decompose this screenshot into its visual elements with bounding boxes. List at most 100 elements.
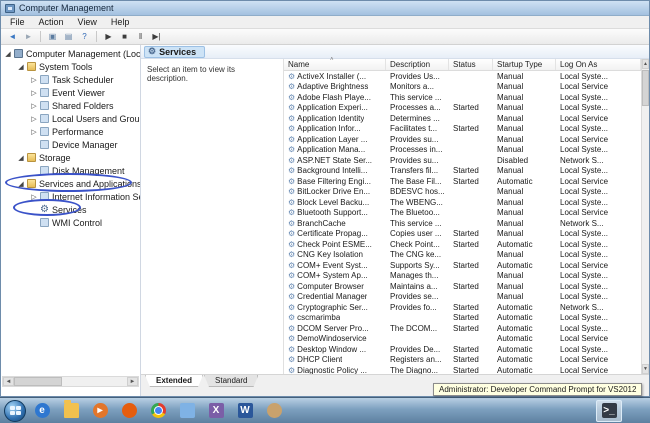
collapsed-arrow-icon[interactable]: ▷ — [29, 193, 39, 201]
table-row[interactable]: ⚙ Application Infor... Facilitates t... Sta… — [284, 124, 641, 135]
titlebar[interactable]: Computer Management — [1, 1, 649, 16]
table-row[interactable]: ⚙ Adobe Flash Playe... This service ... Man… — [284, 92, 641, 103]
paint-icon[interactable] — [261, 400, 287, 422]
table-row[interactable]: ⚙ Diagnostic Policy ... The Diagno... Start… — [284, 365, 641, 374]
expanded-arrow-icon[interactable]: ◢ — [16, 154, 26, 162]
tree-item-system-tools[interactable]: ◢ System Tools — [1, 60, 140, 73]
expanded-arrow-icon[interactable]: ◢ — [16, 63, 26, 71]
table-row[interactable]: ⚙ Base Filtering Engi... The Base Fil... St… — [284, 176, 641, 187]
tree-item-event-viewer[interactable]: ▷ Event Viewer — [1, 86, 140, 99]
table-row[interactable]: ⚙ Background Intelli... Transfers fil... St… — [284, 166, 641, 177]
table-row[interactable]: ⚙ Adaptive Brightness Monitors a... Manual L… — [284, 82, 641, 93]
vs-command-prompt-icon[interactable]: >_ — [596, 399, 622, 422]
table-row[interactable]: ⚙ Certificate Propag... Copies user ... Sta… — [284, 229, 641, 240]
collapsed-arrow-icon[interactable]: ▷ — [29, 115, 39, 123]
start-service-button[interactable]: ▶ — [101, 30, 116, 43]
table-row[interactable]: ⚙ Application Layer ... Provides su... Manu… — [284, 134, 641, 145]
table-row[interactable]: ⚙ Credential Manager Provides se... Manual L… — [284, 292, 641, 303]
app-x-icon[interactable]: X — [203, 400, 229, 422]
scrollbar-track[interactable] — [14, 377, 127, 386]
scrollbar-thumb[interactable] — [14, 377, 62, 386]
collapsed-arrow-icon[interactable]: ▷ — [29, 76, 39, 84]
table-row[interactable]: ⚙ cscmarimba Started Automatic Local Syste..… — [284, 313, 641, 324]
export-list-button[interactable]: ▤ — [61, 30, 76, 43]
tab-standard[interactable]: Standard — [204, 375, 258, 387]
scroll-down-button[interactable]: ▼ — [642, 364, 649, 374]
service-startup-type: Automatic — [497, 239, 533, 249]
chrome-icon[interactable] — [145, 400, 171, 422]
scrollbar-thumb[interactable] — [642, 70, 649, 106]
tree-item-services-and-applications[interactable]: ◢ Services and Applications — [1, 177, 140, 190]
collapsed-arrow-icon[interactable]: ▷ — [29, 89, 39, 97]
column-header-startup-type[interactable]: Startup Type — [493, 59, 556, 70]
service-description: Registers an... — [390, 355, 442, 365]
windows-explorer-icon[interactable] — [58, 400, 84, 422]
photo-viewer-icon[interactable] — [174, 400, 200, 422]
help-button[interactable]: ? — [77, 30, 92, 43]
column-header-description[interactable]: Description — [386, 59, 449, 70]
table-row[interactable]: ⚙ DHCP Client Registers an... Started Automa… — [284, 355, 641, 366]
service-startup-type: Manual — [497, 145, 524, 155]
pause-service-button[interactable]: ‖ — [133, 30, 148, 43]
firefox-icon — [121, 403, 137, 418]
table-row[interactable]: ⚙ Application Identity Determines ... Manua… — [284, 113, 641, 124]
table-row[interactable]: ⚙ DemoWindoservice Automatic Local Service — [284, 334, 641, 345]
table-row[interactable]: ⚙ Check Point ESME... Check Point... Starte… — [284, 239, 641, 250]
tree-item-performance[interactable]: ▷ Performance — [1, 125, 140, 138]
restart-service-button[interactable]: ▶| — [149, 30, 164, 43]
tree-item-services[interactable]: ⚙ Services — [1, 203, 140, 216]
tree-item-wmi-control[interactable]: WMI Control — [1, 216, 140, 229]
media-player-icon[interactable]: ▸ — [87, 400, 113, 422]
tree-item-device-manager[interactable]: Device Manager — [1, 138, 140, 151]
tree-item-storage[interactable]: ◢ Storage — [1, 151, 140, 164]
table-row[interactable]: ⚙ ASP.NET State Ser... Provides su... Disab… — [284, 155, 641, 166]
table-row[interactable]: ⚙ ActiveX Installer (... Provides Us... Man… — [284, 71, 641, 82]
scroll-left-button[interactable]: ◄ — [3, 377, 14, 386]
table-row[interactable]: ⚙ Block Level Backu... The WBENG... Manual L… — [284, 197, 641, 208]
table-row[interactable]: ⚙ Application Experi... Processes a... Star… — [284, 103, 641, 114]
table-row[interactable]: ⚙ BitLocker Drive En... BDESVC hos... Manua… — [284, 187, 641, 198]
menu-action[interactable]: Action — [32, 17, 71, 27]
table-row[interactable]: ⚙ BranchCache This service ... Manual Networ… — [284, 218, 641, 229]
back-button[interactable]: ◄ — [5, 30, 20, 43]
table-row[interactable]: ⚙ Desktop Window ... Provides De... Started… — [284, 344, 641, 355]
word-icon[interactable]: W — [232, 400, 258, 422]
service-gear-icon: ⚙ — [288, 113, 296, 123]
scroll-up-button[interactable]: ▲ — [642, 59, 649, 69]
start-button[interactable] — [4, 399, 26, 422]
tree-item-task-scheduler[interactable]: ▷ Task Scheduler — [1, 73, 140, 86]
stop-service-button[interactable]: ■ — [117, 30, 132, 43]
collapsed-arrow-icon[interactable]: ▷ — [29, 128, 39, 136]
expanded-arrow-icon[interactable]: ◢ — [3, 50, 13, 58]
column-header-status[interactable]: Status — [449, 59, 493, 70]
tree-item-computer-management-local[interactable]: ◢ Computer Management (Local — [1, 47, 140, 60]
tab-extended[interactable]: Extended — [145, 375, 203, 387]
column-header-log-on-as[interactable]: Log On As — [556, 59, 641, 70]
table-vertical-scrollbar[interactable]: ▲ ▼ — [641, 59, 649, 374]
table-row[interactable]: ⚙ COM+ System Ap... Manages th... Manual Loc… — [284, 271, 641, 282]
menu-help[interactable]: Help — [104, 17, 137, 27]
menu-file[interactable]: File — [3, 17, 32, 27]
scroll-right-button[interactable]: ► — [127, 377, 138, 386]
column-header-name[interactable]: ˄ Name — [284, 57, 386, 70]
collapsed-arrow-icon[interactable]: ▷ — [29, 102, 39, 110]
tree-item-local-users-and-groups[interactable]: ▷ Local Users and Groups — [1, 112, 140, 125]
service-gear-icon: ⚙ — [288, 187, 296, 197]
table-row[interactable]: ⚙ CNG Key Isolation The CNG ke... Manual Loc… — [284, 250, 641, 261]
tree-item-shared-folders[interactable]: ▷ Shared Folders — [1, 99, 140, 112]
firefox-icon[interactable] — [116, 400, 142, 422]
tree-horizontal-scrollbar[interactable]: ◄ ► — [2, 376, 139, 387]
table-row[interactable]: ⚙ Computer Browser Maintains a... Started Ma… — [284, 281, 641, 292]
table-row[interactable]: ⚙ COM+ Event Syst... Supports Sy... Started… — [284, 260, 641, 271]
tree-item-internet-information-se[interactable]: ▷ Internet Information Se — [1, 190, 140, 203]
internet-explorer-icon[interactable]: e — [29, 400, 55, 422]
expanded-arrow-icon[interactable]: ◢ — [16, 180, 26, 188]
forward-button[interactable]: ► — [21, 30, 36, 43]
tree-item-disk-management[interactable]: Disk Management — [1, 164, 140, 177]
show-console-tree-button[interactable]: ▣ — [45, 30, 60, 43]
table-row[interactable]: ⚙ DCOM Server Pro... The DCOM... Started Aut… — [284, 323, 641, 334]
menu-view[interactable]: View — [71, 17, 104, 27]
table-row[interactable]: ⚙ Cryptographic Ser... Provides fo... Start… — [284, 302, 641, 313]
table-row[interactable]: ⚙ Application Mana... Processes in... Manua… — [284, 145, 641, 156]
table-row[interactable]: ⚙ Bluetooth Support... The Bluetoo... Manua… — [284, 208, 641, 219]
